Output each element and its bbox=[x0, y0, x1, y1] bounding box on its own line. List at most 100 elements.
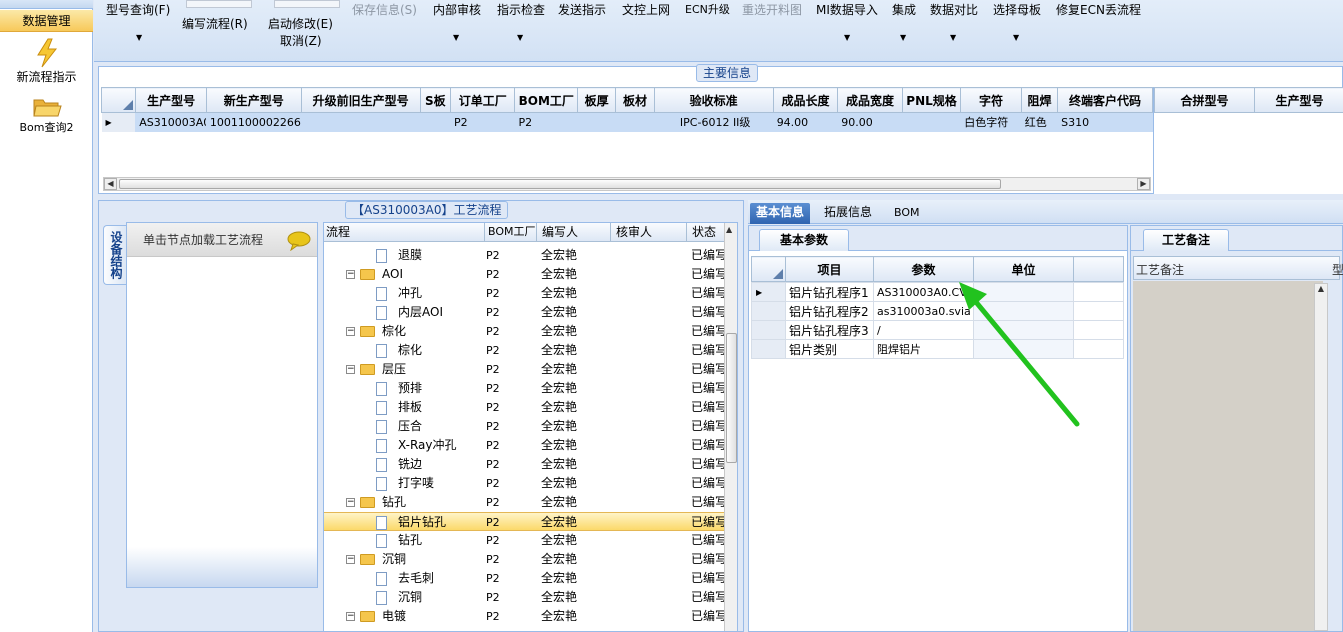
tree-row[interactable]: 棕化 P2 全宏艳 已编写 bbox=[324, 341, 724, 360]
col-header[interactable]: 合拼型号 bbox=[1154, 87, 1255, 113]
col-header[interactable]: 项目 bbox=[785, 256, 874, 282]
instruction-check-button[interactable]: 指示检查 ▼ bbox=[497, 1, 545, 42]
collapse-icon[interactable]: − bbox=[346, 327, 355, 336]
cell[interactable]: 白色字符 bbox=[960, 112, 1022, 132]
col-header[interactable]: 编写人 bbox=[536, 223, 578, 241]
cell[interactable]: 90.00 bbox=[837, 112, 903, 132]
tree-row[interactable]: − 层压 P2 全宏艳 已编写 bbox=[324, 360, 724, 379]
collapse-icon[interactable]: − bbox=[346, 555, 355, 564]
col-header[interactable]: 验收标准 bbox=[653, 87, 774, 113]
nav-new-flow-instruction[interactable]: 新流程指示 bbox=[0, 38, 93, 85]
integration-button[interactable]: 集成 ▼ bbox=[892, 1, 916, 42]
cell[interactable]: AS310003A0 bbox=[135, 112, 207, 132]
col-header[interactable]: 终端客户代码 bbox=[1057, 87, 1153, 113]
cell[interactable] bbox=[577, 112, 617, 132]
start-modify-button[interactable]: 启动修改(E) bbox=[268, 15, 333, 32]
model-query-button[interactable]: 型号查询(F) ▼ bbox=[106, 1, 170, 42]
mi-data-import-button[interactable]: MI数据导入 ▼ bbox=[816, 1, 878, 42]
col-header[interactable]: 状态 bbox=[686, 223, 716, 241]
send-instruction-button[interactable]: 发送指示 bbox=[558, 1, 606, 18]
scroll-left-icon[interactable]: ◀ bbox=[104, 178, 117, 190]
tree-row[interactable]: 压合 P2 全宏艳 已编写 bbox=[324, 417, 724, 436]
tree-row[interactable]: − 电镀 P2 全宏艳 已编写 bbox=[324, 607, 724, 626]
col-header[interactable]: 型 bbox=[1332, 261, 1343, 278]
col-header[interactable]: 成品宽度 bbox=[837, 87, 903, 113]
cell[interactable]: S310 bbox=[1057, 112, 1153, 132]
col-header[interactable]: 生产型号 bbox=[1254, 87, 1343, 113]
select-mother-board-button[interactable]: 选择母板 ▼ bbox=[993, 1, 1041, 42]
tree-row[interactable]: 内层AOI P2 全宏艳 已编写 bbox=[324, 303, 724, 322]
table-row[interactable]: ▶ AS310003A0 10011000022667 P2 P2 IPC-60… bbox=[101, 112, 1153, 132]
data-compare-button[interactable]: 数据对比 ▼ bbox=[930, 1, 978, 42]
scroll-up-icon[interactable]: ▲ bbox=[726, 225, 732, 234]
cell[interactable] bbox=[902, 112, 962, 132]
tree-row[interactable]: 预排 P2 全宏艳 已编写 bbox=[324, 379, 724, 398]
cell[interactable]: 10011000022667 bbox=[206, 112, 302, 132]
tab-bom[interactable]: BOM bbox=[888, 203, 926, 224]
save-info-button[interactable]: 保存信息(S) bbox=[352, 1, 417, 18]
nav-bom-query[interactable]: Bom查询2 bbox=[0, 95, 93, 135]
tree-row[interactable]: 退膜 P2 全宏艳 已编写 bbox=[324, 246, 724, 265]
internal-review-button[interactable]: 内部审核 ▼ bbox=[433, 1, 481, 42]
write-flow-button[interactable]: 编写流程(R) bbox=[182, 15, 248, 32]
col-header[interactable]: 成品长度 bbox=[772, 87, 839, 113]
grid-corner[interactable] bbox=[751, 256, 786, 282]
col-header[interactable]: 新生产型号 bbox=[205, 87, 302, 113]
col-header[interactable]: 工艺备注 bbox=[1136, 261, 1184, 278]
cell-item[interactable]: 铝片钻孔程序2 bbox=[785, 301, 874, 321]
tree-row[interactable]: 沉铜 P2 全宏艳 已编写 bbox=[324, 588, 724, 607]
tree-vscrollbar[interactable]: ▲ bbox=[724, 223, 737, 631]
grid-corner[interactable] bbox=[101, 87, 137, 113]
cell[interactable]: 红色 bbox=[1021, 112, 1059, 132]
col-header[interactable]: 升级前旧生产型号 bbox=[300, 87, 421, 113]
tree-row[interactable]: − 棕化 P2 全宏艳 已编写 bbox=[324, 322, 724, 341]
equipment-structure-tab[interactable]: 设备结构 bbox=[103, 225, 126, 285]
nav-data-management[interactable]: 数据管理 bbox=[0, 10, 93, 32]
reselect-cutting-button[interactable]: 重选开料图 bbox=[742, 1, 802, 18]
cell[interactable] bbox=[615, 112, 655, 132]
tab-extended-info[interactable]: 拓展信息 bbox=[818, 203, 878, 224]
cell[interactable]: IPC-6012 II级 bbox=[654, 112, 774, 132]
tree-row[interactable]: 铝片钻孔 P2 全宏艳 已编写 bbox=[324, 512, 724, 531]
col-header[interactable]: 阻焊 bbox=[1020, 87, 1059, 113]
tab-basic-info[interactable]: 基本信息 bbox=[750, 203, 811, 224]
cell[interactable] bbox=[420, 112, 451, 132]
col-header[interactable]: BOM工厂 bbox=[484, 223, 536, 241]
collapse-icon[interactable]: − bbox=[346, 270, 355, 279]
cell[interactable] bbox=[301, 112, 421, 132]
cell-item[interactable]: 铝片类别 bbox=[785, 339, 874, 359]
tree-row[interactable]: − 钻孔 P2 全宏艳 已编写 bbox=[324, 493, 724, 512]
tree-row[interactable]: − AOI P2 全宏艳 已编写 bbox=[324, 265, 724, 284]
col-header[interactable]: BOM工厂 bbox=[514, 87, 579, 113]
cell[interactable]: P2 bbox=[514, 112, 579, 132]
scroll-thumb[interactable] bbox=[726, 333, 737, 463]
scroll-right-icon[interactable]: ▶ bbox=[1137, 178, 1150, 190]
repair-ecn-flow-button[interactable]: 修复ECN丢流程 bbox=[1056, 1, 1141, 18]
cancel-button[interactable]: 取消(Z) bbox=[280, 32, 322, 49]
collapse-icon[interactable]: − bbox=[346, 365, 355, 374]
col-header[interactable]: PNL规格 bbox=[901, 87, 962, 113]
col-header[interactable]: 板材 bbox=[615, 87, 655, 113]
doc-control-online-button[interactable]: 文控上网 bbox=[622, 1, 670, 18]
remark-body[interactable] bbox=[1133, 281, 1323, 631]
scroll-thumb[interactable] bbox=[119, 179, 1001, 189]
collapse-icon[interactable]: − bbox=[346, 498, 355, 507]
tree-row[interactable]: 冲孔 P2 全宏艳 已编写 bbox=[324, 284, 724, 303]
scroll-up-icon[interactable]: ▲ bbox=[1315, 284, 1327, 293]
main-info-hscrollbar[interactable]: ◀ ▶ bbox=[103, 177, 1151, 191]
collapse-icon[interactable]: − bbox=[346, 612, 355, 621]
col-header[interactable]: 板厚 bbox=[577, 87, 617, 113]
col-header[interactable]: 核审人 bbox=[610, 223, 652, 241]
cell[interactable]: 94.00 bbox=[773, 112, 839, 132]
tab-basic-params[interactable]: 基本参数 bbox=[759, 229, 849, 251]
col-header[interactable]: 字符 bbox=[960, 87, 1022, 113]
tree-row[interactable]: − 沉铜 P2 全宏艳 已编写 bbox=[324, 550, 724, 569]
cell-item[interactable]: 铝片钻孔程序3 bbox=[785, 320, 874, 340]
tree-row[interactable]: 去毛刺 P2 全宏艳 已编写 bbox=[324, 569, 724, 588]
cell-item[interactable]: 铝片钻孔程序1 bbox=[785, 282, 874, 302]
tree-row[interactable]: 钻孔 P2 全宏艳 已编写 bbox=[324, 531, 724, 550]
tree-row[interactable]: 打字唛 P2 全宏艳 已编写 bbox=[324, 474, 724, 493]
ecn-upgrade-button[interactable]: ECN升级 bbox=[685, 1, 730, 17]
col-header[interactable]: 生产型号 bbox=[135, 87, 207, 113]
tab-process-remark[interactable]: 工艺备注 bbox=[1143, 229, 1229, 251]
